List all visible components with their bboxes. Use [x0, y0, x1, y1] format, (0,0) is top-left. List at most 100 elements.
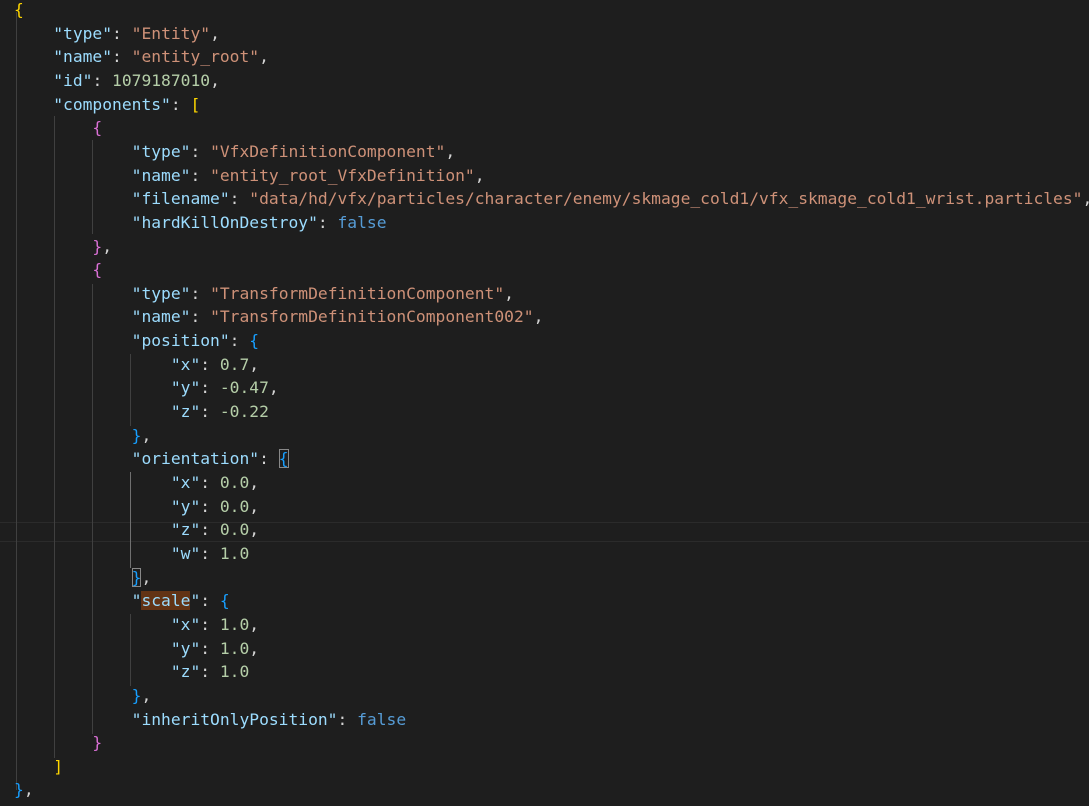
code-token: { — [278, 449, 289, 469]
code-token: "y" — [170, 378, 201, 398]
code-token: "hardKillOnDestroy" — [131, 212, 318, 232]
code-token: : — [200, 614, 220, 634]
code-token: , — [249, 614, 260, 634]
code-line: "x": 0.0, — [14, 472, 259, 494]
code-token: : — [190, 307, 211, 327]
code-line: }, — [14, 236, 112, 258]
code-token: : — [200, 591, 220, 611]
code-editor[interactable]: { "type": "Entity", "name": "entity_root… — [0, 0, 1089, 806]
code-token: 0.0 — [219, 473, 250, 492]
code-token: "y" — [170, 496, 201, 516]
code-token: "type" — [53, 23, 113, 43]
code-token: { — [92, 118, 103, 138]
code-line: { — [14, 0, 24, 21]
code-token: : — [200, 378, 220, 398]
code-line: { — [14, 117, 102, 139]
code-token: "x" — [170, 614, 201, 634]
code-token: "x" — [170, 354, 201, 374]
code-token: : — [200, 638, 220, 658]
code-line: "y": 1.0, — [14, 638, 259, 660]
code-token: : — [200, 520, 220, 540]
code-token: , — [210, 23, 220, 43]
code-line: "hardKillOnDestroy": false — [14, 212, 387, 234]
code-token: "type" — [131, 141, 191, 161]
code-token: -0.47 — [219, 378, 269, 398]
code-token: "filename" — [131, 189, 230, 209]
code-line: "x": 1.0, — [14, 614, 259, 636]
code-token: "VfxDefinitionComponent" — [210, 141, 446, 161]
code-line: "z": -0.22 — [14, 401, 269, 423]
code-line: "z": 0.0, — [14, 519, 259, 541]
code-token: , — [249, 638, 260, 658]
code-line: "w": 1.0 — [14, 543, 249, 565]
code-token: : — [259, 449, 279, 469]
code-token: 1.0 — [219, 614, 250, 634]
code-line: "position": { — [14, 330, 259, 352]
code-token: "name" — [53, 47, 113, 67]
code-token: : — [200, 496, 220, 516]
code-token: : — [229, 189, 250, 209]
code-token: } — [131, 567, 142, 587]
code-line: }, — [14, 685, 152, 707]
code-token: , — [259, 47, 269, 67]
code-token: "components" — [53, 94, 171, 114]
code-token: , — [1082, 189, 1089, 208]
code-token: , — [249, 520, 260, 540]
code-token: : — [190, 165, 211, 185]
code-line: "x": 0.7, — [14, 354, 259, 376]
code-line: "id": 1079187010, — [14, 70, 220, 92]
code-token: "TransformDefinitionComponent" — [210, 283, 505, 303]
code-token: "entity_root_VfxDefinition" — [210, 165, 475, 185]
code-token: "TransformDefinitionComponent002" — [210, 307, 534, 327]
code-token: [ — [190, 94, 201, 114]
code-token: { — [14, 0, 24, 19]
code-token: 1079187010 — [112, 70, 211, 90]
code-line: { — [14, 259, 102, 281]
code-line: "z": 1.0 — [14, 661, 249, 683]
code-token: : — [317, 212, 338, 232]
code-token: : — [200, 354, 220, 374]
code-line: "type": "Entity", — [14, 23, 220, 45]
code-token: : — [112, 47, 132, 67]
code-line: "name": "entity_root", — [14, 46, 269, 68]
code-token: , — [141, 567, 152, 587]
code-token: "z" — [170, 402, 201, 422]
code-line: "type": "TransformDefinitionComponent", — [14, 283, 514, 305]
code-token: false — [357, 709, 407, 729]
code-token: : — [170, 94, 191, 114]
code-token: 0.0 — [219, 496, 250, 516]
code-token: , — [474, 165, 485, 185]
code-token: , — [533, 307, 544, 327]
code-token: : — [112, 23, 132, 43]
code-token: ] — [53, 756, 64, 776]
code-line: "scale": { — [14, 590, 230, 612]
code-token: scale — [141, 591, 191, 611]
code-token: , — [249, 473, 260, 492]
code-token: , — [445, 141, 456, 161]
code-token: , — [210, 70, 220, 90]
code-token: 1.0 — [219, 638, 250, 658]
code-token: } — [131, 425, 142, 445]
code-token: : — [337, 709, 358, 729]
code-token: "orientation" — [131, 449, 260, 469]
code-token: : — [190, 141, 211, 161]
